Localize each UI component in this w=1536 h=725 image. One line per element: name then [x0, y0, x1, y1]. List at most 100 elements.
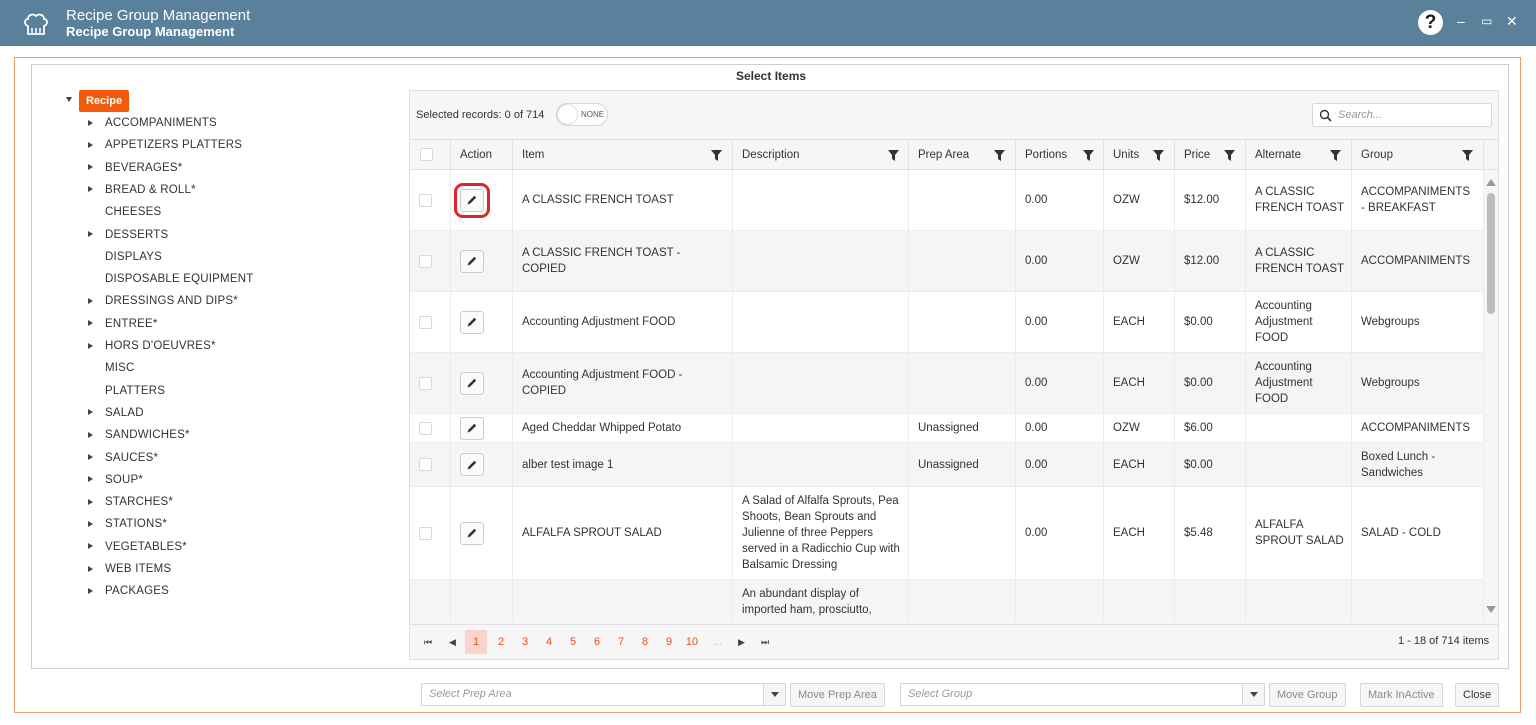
- header-select-all[interactable]: [410, 140, 451, 170]
- column-header-description[interactable]: Description: [733, 140, 909, 170]
- page-number[interactable]: 3: [514, 630, 536, 654]
- prev-page-button[interactable]: ◀: [449, 637, 456, 648]
- tree-expand-icon[interactable]: [88, 297, 93, 304]
- tree-node[interactable]: BEVERAGES*: [105, 162, 182, 174]
- row-checkbox[interactable]: [419, 254, 432, 268]
- tree-node[interactable]: WEB ITEMS: [105, 563, 171, 575]
- tree-node[interactable]: ACCOMPANIMENTS: [105, 117, 217, 129]
- table-row[interactable]: An abundant display of imported ham, pro…: [410, 580, 1484, 623]
- filter-icon[interactable]: [711, 150, 722, 161]
- row-checkbox[interactable]: [419, 193, 432, 207]
- filter-icon[interactable]: [1224, 150, 1235, 161]
- filter-icon[interactable]: [888, 150, 899, 161]
- tree-expand-icon[interactable]: [88, 119, 93, 126]
- tree-expand-icon[interactable]: [88, 498, 93, 505]
- filter-icon[interactable]: [1083, 150, 1094, 161]
- tree-node[interactable]: HORS D'OEUVRES*: [105, 340, 216, 352]
- table-row[interactable]: Accounting Adjustment FOOD - COPIED 0.00 E…: [410, 353, 1484, 414]
- select-all-checkbox[interactable]: [420, 148, 433, 161]
- tree-expand-icon[interactable]: [88, 476, 93, 483]
- tree-node[interactable]: CHEESES: [105, 206, 161, 218]
- column-header-alternate[interactable]: Alternate: [1246, 140, 1352, 170]
- filter-icon[interactable]: [1330, 150, 1341, 161]
- help-button[interactable]: ?: [1418, 10, 1443, 35]
- edit-button[interactable]: [460, 521, 484, 545]
- column-header-portions[interactable]: Portions: [1016, 140, 1104, 170]
- tree-expand-icon[interactable]: [88, 520, 93, 527]
- page-number[interactable]: 6: [586, 630, 608, 654]
- filter-icon[interactable]: [994, 150, 1005, 161]
- table-row[interactable]: ALFALFA SPROUT SALAD A Salad of Alfalfa S…: [410, 487, 1484, 580]
- select-all-toggle[interactable]: NONE: [556, 103, 608, 126]
- column-header-item[interactable]: Item: [513, 140, 733, 170]
- table-row[interactable]: alber test image 1 Unassigned 0.00 EACH $0.0…: [410, 443, 1484, 487]
- tree-node[interactable]: VEGETABLES*: [105, 541, 187, 553]
- tree-node[interactable]: DRESSINGS AND DIPS*: [105, 295, 238, 307]
- tree-node[interactable]: STATIONS*: [105, 518, 167, 530]
- first-page-button[interactable]: ⏮: [424, 637, 432, 648]
- tree-expand-icon[interactable]: [88, 565, 93, 572]
- page-number[interactable]: 8: [634, 630, 656, 654]
- page-number[interactable]: ...: [707, 630, 729, 654]
- tree-node[interactable]: SAUCES*: [105, 452, 158, 464]
- prep-area-select[interactable]: Select Prep Area: [421, 683, 786, 706]
- page-number[interactable]: 4: [538, 630, 560, 654]
- maximize-button[interactable]: ▭: [1481, 14, 1492, 28]
- scrollbar-thumb[interactable]: [1487, 193, 1495, 314]
- tree-expand-icon[interactable]: [88, 543, 93, 550]
- tree-expand-icon[interactable]: [88, 231, 93, 237]
- tree-expand-icon[interactable]: [88, 320, 93, 327]
- tree-node[interactable]: SOUP*: [105, 474, 143, 486]
- edit-button[interactable]: [460, 453, 484, 476]
- tree-expand-icon[interactable]: [88, 342, 93, 349]
- row-checkbox[interactable]: [419, 315, 432, 329]
- chevron-down-icon[interactable]: [763, 684, 785, 705]
- tree-expand-icon[interactable]: [88, 431, 93, 438]
- row-checkbox[interactable]: [419, 376, 432, 390]
- scroll-up-icon[interactable]: [1486, 179, 1496, 186]
- tree-root-expand-icon[interactable]: [66, 97, 72, 102]
- tree-node[interactable]: PLATTERS: [105, 385, 165, 397]
- column-header-price[interactable]: Price: [1175, 140, 1246, 170]
- group-select[interactable]: Select Group: [900, 683, 1265, 706]
- search-input[interactable]: [1338, 107, 1488, 123]
- move-group-button[interactable]: Move Group: [1269, 683, 1346, 707]
- page-number[interactable]: 9: [658, 630, 680, 654]
- column-header-group[interactable]: Group: [1352, 140, 1484, 170]
- minimize-button[interactable]: –: [1457, 13, 1465, 29]
- chevron-down-icon[interactable]: [1242, 684, 1264, 705]
- row-checkbox[interactable]: [419, 458, 432, 471]
- tree-node[interactable]: BREAD & ROLL*: [105, 184, 196, 196]
- edit-button[interactable]: [460, 416, 484, 440]
- close-button[interactable]: Close: [1455, 683, 1500, 707]
- close-window-button[interactable]: ✕: [1506, 13, 1518, 30]
- page-number[interactable]: 2: [490, 630, 512, 654]
- page-number[interactable]: 5: [562, 630, 584, 654]
- last-page-button[interactable]: ⏭: [761, 637, 769, 648]
- tree-node[interactable]: DESSERTS: [105, 229, 168, 241]
- tree-expand-icon[interactable]: [88, 454, 93, 460]
- table-row[interactable]: A CLASSIC FRENCH TOAST 0.00 OZW $12.00 A CLA…: [410, 170, 1484, 231]
- search-box[interactable]: [1312, 103, 1492, 127]
- edit-button[interactable]: [460, 371, 484, 395]
- column-header-units[interactable]: Units: [1104, 140, 1175, 170]
- edit-button[interactable]: [460, 310, 484, 334]
- tree-node[interactable]: SANDWICHES*: [105, 429, 190, 441]
- tree-expand-icon[interactable]: [88, 587, 93, 594]
- move-prep-area-button[interactable]: Move Prep Area: [790, 683, 885, 707]
- tree-node[interactable]: APPETIZERS PLATTERS: [105, 139, 242, 151]
- scroll-down-icon[interactable]: [1486, 606, 1496, 613]
- tree-expand-icon[interactable]: [88, 141, 93, 148]
- tree-node[interactable]: SALAD: [105, 407, 144, 419]
- filter-icon[interactable]: [1153, 150, 1164, 161]
- tree-root-recipe[interactable]: Recipe: [79, 90, 130, 112]
- tree-node[interactable]: MISC: [105, 362, 135, 374]
- column-header-prep-area[interactable]: Prep Area: [909, 140, 1016, 170]
- tree-expand-icon[interactable]: [88, 164, 93, 171]
- tree-node[interactable]: DISPOSABLE EQUIPMENT: [105, 273, 253, 285]
- page-number[interactable]: 10: [681, 630, 703, 654]
- tree-node[interactable]: PACKAGES: [105, 585, 169, 597]
- table-row[interactable]: A CLASSIC FRENCH TOAST - COPIED 0.00 OZW $1…: [410, 231, 1484, 292]
- next-page-button[interactable]: ▶: [738, 637, 745, 648]
- edit-button[interactable]: [454, 182, 490, 218]
